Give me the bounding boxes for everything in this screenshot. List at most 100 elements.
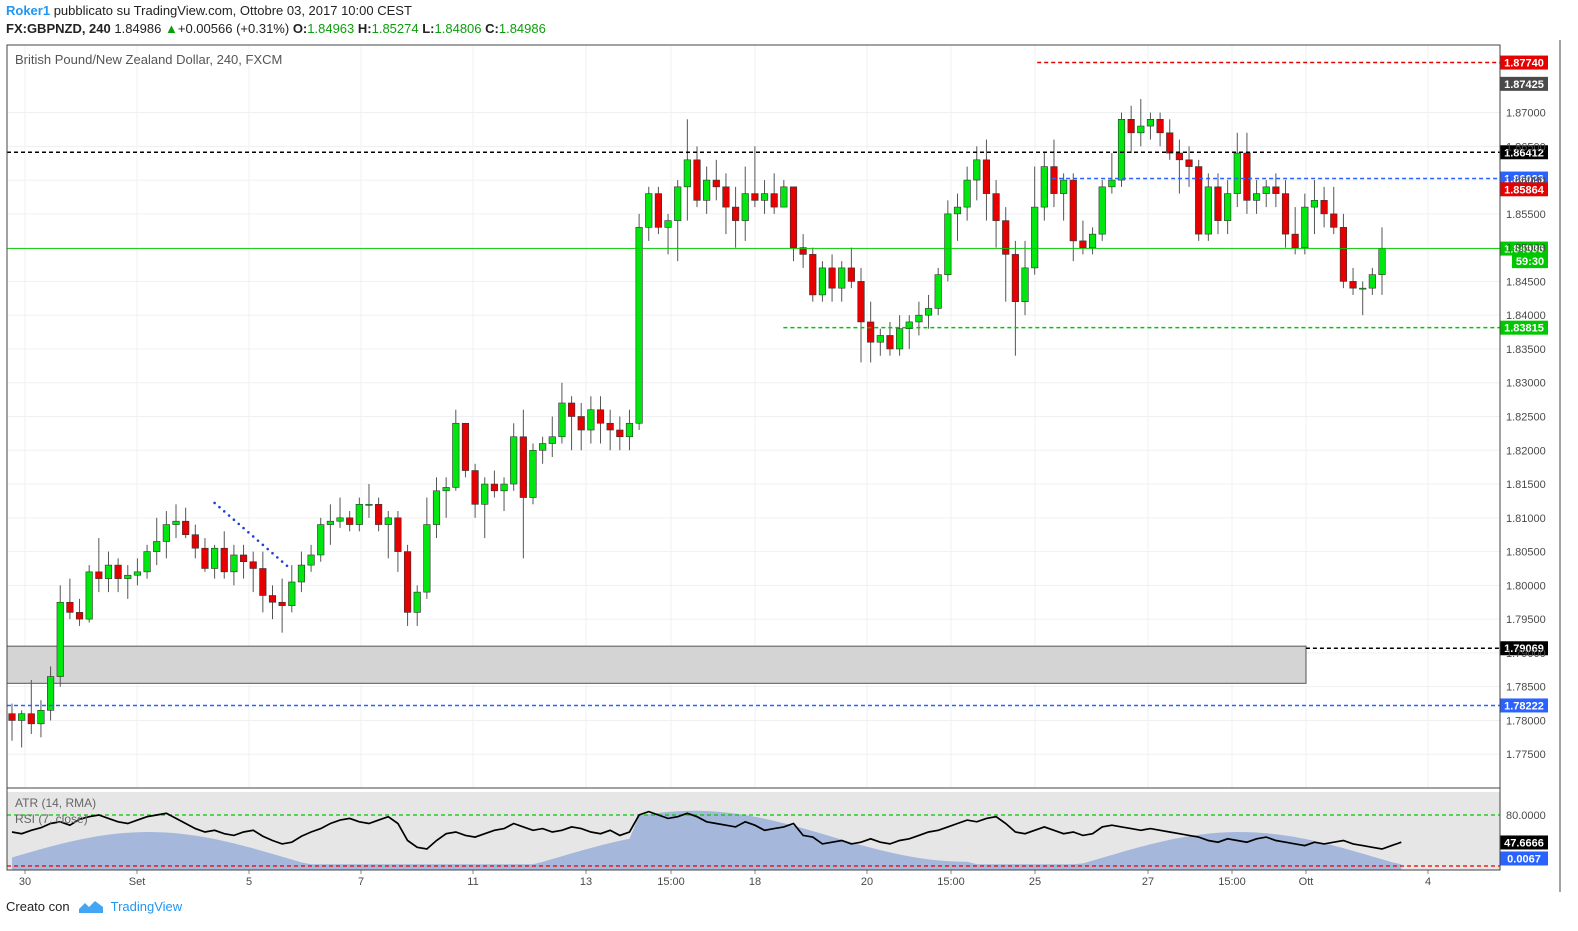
- candle-down: [191, 534, 199, 549]
- chart-canvas[interactable]: 1.877401.874251.864121.860231.858641.849…: [0, 40, 1578, 892]
- candle-down: [114, 564, 122, 579]
- low-label: L:: [422, 21, 435, 36]
- price-tick-label: 1.81000: [1506, 513, 1546, 525]
- candle-down: [770, 193, 778, 208]
- candle-up: [510, 436, 518, 485]
- trend-dot: [256, 539, 260, 542]
- price-tick-label: 1.79500: [1506, 614, 1546, 626]
- candle-up: [307, 554, 315, 566]
- candle-down: [567, 402, 576, 417]
- candle-up: [1252, 193, 1261, 201]
- time-tick-label: 30: [19, 876, 31, 888]
- time-tick-label: Ott: [1299, 876, 1314, 888]
- support-zone: [6, 645, 1307, 684]
- candle-down: [346, 517, 354, 525]
- rsi-badge-label: 47.6666: [1504, 837, 1544, 849]
- candle-up: [539, 443, 547, 451]
- candle-up: [423, 524, 431, 593]
- candle-up: [548, 436, 556, 444]
- price-axis[interactable]: 1.87000 1.86500 1.86000 1.85500 1.85000 1.845…: [1500, 108, 1548, 866]
- candle-down: [1272, 186, 1280, 194]
- candle-up: [838, 267, 846, 289]
- candle-up: [297, 564, 306, 583]
- trend-dot: [247, 530, 250, 534]
- trend-dot: [237, 522, 241, 526]
- candle-down: [95, 571, 103, 579]
- candle-down: [375, 504, 383, 525]
- candle-down: [1185, 159, 1193, 167]
- candle-up: [153, 541, 161, 552]
- trend-dot: [276, 556, 279, 559]
- candle-up: [1368, 274, 1376, 289]
- candle-up: [355, 504, 363, 525]
- candle-up: [1031, 206, 1039, 269]
- candle-up: [432, 490, 441, 525]
- horizontal-levels[interactable]: 1.877401.874251.864121.860231.858641.849…: [7, 55, 1548, 713]
- candle-down: [1281, 193, 1290, 235]
- close-label: C:: [485, 21, 499, 36]
- candle-down: [577, 416, 585, 431]
- price-badge-label: 1.87740: [1504, 58, 1544, 70]
- candle-up: [288, 581, 296, 606]
- trend-dot: [261, 543, 265, 547]
- candle-up: [625, 422, 634, 438]
- candle-up: [741, 193, 749, 221]
- time-axis[interactable]: 30 Set 5 7 11 13 15:00 18 20 15:00 25 27 15:00 Ott 4: [19, 870, 1431, 888]
- candle-down: [596, 409, 605, 424]
- tradingview-link[interactable]: TradingView: [111, 899, 183, 914]
- open-value: 1.84963: [307, 21, 355, 36]
- price-tick-label: 1.77500: [1506, 749, 1546, 761]
- price-tick-label: 1.85500: [1506, 209, 1546, 221]
- low-value: 1.84806: [434, 21, 482, 36]
- candle-down: [1214, 186, 1222, 221]
- candle-down: [278, 601, 286, 606]
- candle-down: [1156, 119, 1164, 134]
- time-tick-label: 11: [467, 876, 478, 888]
- up-arrow-icon: ▲: [165, 21, 178, 36]
- candle-down: [886, 335, 894, 350]
- candle-down: [809, 254, 817, 296]
- symbol-label[interactable]: FX:GBPNZD, 240: [6, 21, 111, 36]
- time-tick-label: 15:00: [937, 876, 965, 888]
- tradingview-logo-icon[interactable]: [79, 899, 104, 916]
- candle-up: [85, 571, 93, 620]
- candle-up: [211, 547, 219, 569]
- trend-dot: [251, 535, 255, 538]
- candle-up: [1204, 186, 1212, 235]
- candle-down: [1079, 240, 1087, 248]
- candle-up: [481, 483, 489, 505]
- candle-up: [780, 186, 788, 208]
- candle-up: [558, 402, 566, 438]
- price-tick-label: 1.85000: [1506, 243, 1546, 255]
- candle-up: [1262, 186, 1270, 194]
- candle-up: [934, 274, 942, 309]
- trend-dot: [218, 505, 221, 509]
- candle-up: [143, 551, 151, 573]
- plot-border: [6, 44, 1501, 871]
- price-tick-label: 1.82500: [1506, 412, 1546, 424]
- candle-down: [268, 595, 277, 603]
- author-link[interactable]: Roker1: [6, 3, 50, 18]
- candle-up: [37, 710, 45, 725]
- candle-down: [259, 568, 267, 596]
- candle-up: [500, 483, 508, 492]
- candle-down: [1050, 166, 1058, 194]
- price-badge-label: 1.87425: [1504, 79, 1544, 91]
- trend-dot: [222, 510, 226, 513]
- candle-up: [442, 487, 450, 492]
- candle-up: [1224, 193, 1232, 221]
- candle-down: [394, 517, 402, 552]
- candle-up: [963, 179, 971, 208]
- candle-up: [818, 267, 827, 296]
- close-value: 1.84986: [498, 21, 546, 36]
- candle-up: [973, 159, 981, 181]
- candle-down: [220, 547, 228, 573]
- candle-up: [587, 409, 595, 431]
- candle-up: [876, 335, 884, 343]
- candle-down: [1339, 227, 1347, 282]
- footer: Creato con TradingView: [6, 899, 182, 916]
- time-tick-label: 13: [580, 876, 592, 888]
- time-tick-label: 4: [1425, 876, 1431, 888]
- high-value: 1.85274: [371, 21, 419, 36]
- candle-up: [915, 314, 923, 323]
